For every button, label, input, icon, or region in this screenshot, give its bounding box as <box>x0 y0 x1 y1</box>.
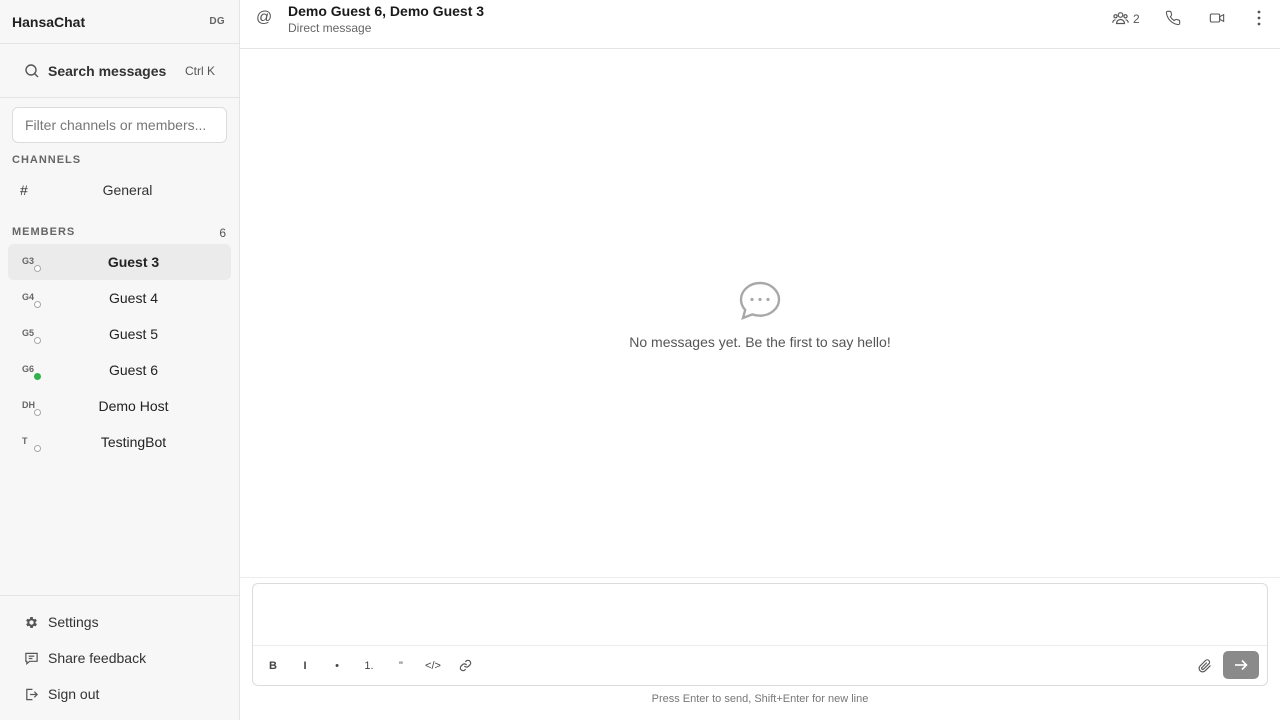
gear-icon <box>26 617 37 628</box>
link-button[interactable] <box>453 654 477 678</box>
divider <box>0 595 239 596</box>
arrow-right-icon <box>1235 659 1248 671</box>
members-heading: MEMBERS <box>12 226 76 238</box>
users-icon <box>1112 12 1129 25</box>
bullet-list-button[interactable]: • <box>325 654 349 678</box>
chat-title: Demo Guest 6, Demo Guest 3 <box>288 3 485 19</box>
phone-icon <box>1165 10 1181 26</box>
composer-hint: Press Enter to send, Shift+Enter for new… <box>651 693 869 705</box>
at-icon: @ <box>256 9 273 26</box>
more-options-button[interactable] <box>1256 8 1268 30</box>
settings-button[interactable]: Settings <box>12 606 227 638</box>
search-label: Search messages <box>48 63 167 79</box>
member-item[interactable]: DH Demo Host <box>8 388 231 424</box>
sign-out-icon <box>26 688 38 701</box>
sidebar: HansaChat DG Search messages Ctrl K CHAN… <box>0 0 240 720</box>
channel-label: General <box>102 182 153 198</box>
message-composer: B I • 1. " </> <box>252 583 1268 686</box>
send-button[interactable] <box>1223 651 1259 679</box>
attach-button[interactable] <box>1193 654 1217 678</box>
quote-button[interactable]: " <box>389 654 413 678</box>
format-toolbar: B I • 1. " </> <box>253 645 1267 685</box>
empty-state-text: No messages yet. Be the first to say hel… <box>629 334 891 350</box>
search-icon <box>25 64 39 78</box>
sidebar-header: HansaChat DG <box>0 0 239 44</box>
member-name: Demo Host <box>98 398 169 414</box>
chat-bubble-icon <box>739 281 781 320</box>
member-name: Guest 5 <box>108 326 159 342</box>
italic-button[interactable]: I <box>293 654 317 678</box>
member-name: Guest 4 <box>108 290 159 306</box>
message-input[interactable] <box>253 584 1267 644</box>
bold-button[interactable]: B <box>261 654 285 678</box>
chat-header: @ Demo Guest 6, Demo Guest 3 Direct mess… <box>240 0 1280 49</box>
channel-item-general[interactable]: # General <box>8 176 231 204</box>
members-button[interactable]: 2 <box>1112 8 1144 30</box>
more-vertical-icon <box>1257 10 1261 26</box>
share-feedback-button[interactable]: Share feedback <box>12 642 227 674</box>
channels-heading: CHANNELS <box>12 154 82 166</box>
divider <box>240 577 1280 578</box>
member-name: TestingBot <box>100 434 167 450</box>
member-item[interactable]: G5 Guest 5 <box>8 316 231 352</box>
call-button[interactable] <box>1165 8 1183 30</box>
user-avatar[interactable]: DG <box>209 16 225 27</box>
member-name: Guest 6 <box>108 362 159 378</box>
sign-out-button[interactable]: Sign out <box>12 678 227 710</box>
feedback-icon <box>25 652 38 665</box>
settings-label: Settings <box>48 614 99 630</box>
ordered-list-button[interactable]: 1. <box>357 654 381 678</box>
members-count: 6 <box>219 226 226 240</box>
paperclip-icon <box>1198 659 1211 673</box>
member-item[interactable]: G6 Guest 6 <box>8 352 231 388</box>
video-button[interactable] <box>1209 8 1227 30</box>
chat-subtitle: Direct message <box>288 21 372 35</box>
search-shortcut: Ctrl K <box>185 64 215 78</box>
member-name: Guest 3 <box>107 254 160 270</box>
search-messages-button[interactable]: Search messages Ctrl K <box>0 44 239 98</box>
member-item[interactable]: T TestingBot <box>8 424 231 460</box>
video-icon <box>1209 13 1225 23</box>
sign-out-label: Sign out <box>48 686 100 702</box>
member-item[interactable]: G3 Guest 3 <box>8 244 231 280</box>
code-button[interactable]: </> <box>421 654 445 678</box>
feedback-label: Share feedback <box>48 650 147 666</box>
member-item[interactable]: G4 Guest 4 <box>8 280 231 316</box>
filter-input[interactable] <box>12 107 227 143</box>
link-icon <box>459 659 471 672</box>
app-name: HansaChat <box>12 14 86 30</box>
member-count: 2 <box>1133 12 1140 26</box>
